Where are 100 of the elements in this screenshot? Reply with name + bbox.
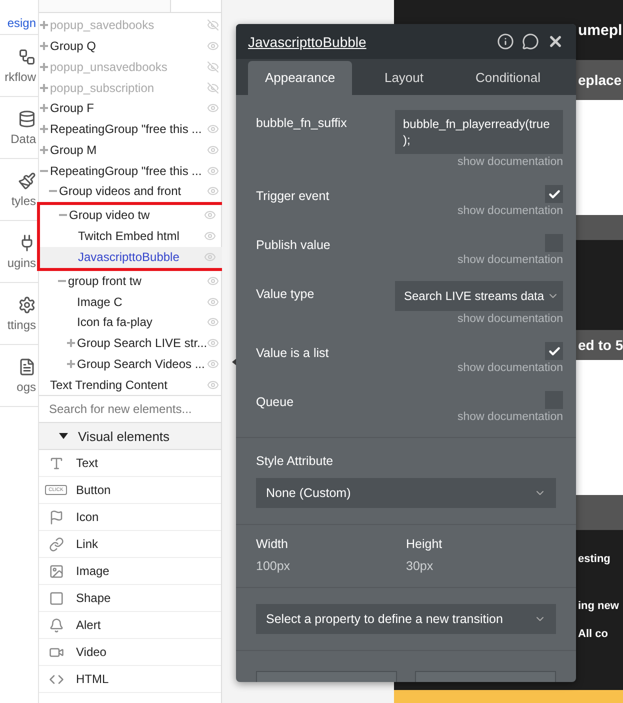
plus-icon[interactable] [40,84,48,92]
layer-label: Group Q [50,39,98,54]
page-text: esting [578,553,612,565]
eye-icon[interactable] [207,316,220,328]
layer-row[interactable]: Text Trending Content [39,374,226,396]
layer-label: JavascripttoBubble [78,250,180,264]
page-text: eplace [578,72,623,88]
eye-icon[interactable] [207,358,220,370]
layer-label: RepeatingGroup "free this ... [50,122,203,136]
eye-slash-icon[interactable] [207,60,220,73]
plus-icon[interactable] [40,125,48,134]
layer-label: Icon fa fa-play [77,315,154,330]
caret-icon [59,433,68,439]
plus-icon[interactable] [67,360,75,368]
layer-row[interactable]: RepeatingGroup "free this ... [39,160,226,181]
eye-icon[interactable] [207,164,220,176]
nav-item[interactable]: rkflow [0,35,38,97]
eye-slash-icon[interactable] [207,82,220,94]
link-icon [48,536,64,552]
nav-item[interactable]: Data [0,97,38,159]
layer-row[interactable]: Group video tw [40,204,222,226]
field-label: Queue [256,394,294,409]
element-item[interactable]: Shape [39,585,221,612]
layer-row[interactable]: Group F [39,98,226,119]
field-value: 100px [256,559,292,573]
eye-icon[interactable] [207,337,220,350]
nav-item[interactable]: tyles [0,159,38,221]
category-header[interactable]: Visual elements [39,423,221,450]
layer-row[interactable]: Twitch Embed html [40,226,222,247]
element-item[interactable]: Alert [39,612,221,639]
nav-item[interactable]: ugins [0,221,38,283]
layer-label: Group video tw [69,208,151,222]
layer-row[interactable]: Group M [39,139,226,160]
element-item[interactable]: Image [39,558,221,585]
layer-row[interactable]: Group videos and front [39,180,226,202]
plus-icon[interactable] [40,42,48,50]
layer-label: popup_savedbooks [50,18,156,32]
layer-label: Twitch Embed html [78,229,180,244]
tab[interactable]: Appearance [248,60,352,95]
eye-icon[interactable] [207,185,220,198]
eye-icon[interactable] [207,378,220,391]
layer-row[interactable]: JavascripttoBubble [40,246,222,268]
field-label: Publish value [256,237,330,252]
partial-button[interactable] [415,671,556,682]
info-icon[interactable] [497,33,514,50]
page-text: umepl [578,22,623,38]
plus-icon[interactable] [40,104,48,112]
layer-label: Group Search LIVE str... [77,336,208,350]
element-item[interactable]: Icon [39,504,221,531]
field-label: Width [256,537,289,551]
flag-icon [48,510,64,524]
layer-label: Text Trending Content [50,378,168,392]
eye-icon[interactable] [207,144,220,156]
plus-icon[interactable] [40,146,48,154]
element-item[interactable]: HTML [39,666,221,693]
plus-icon[interactable] [40,21,48,30]
search-field[interactable]: Search for new elements... [39,395,221,423]
layer-row[interactable]: RepeatingGroup "free this ... [39,118,226,140]
eye-icon[interactable] [204,209,216,222]
eye-icon[interactable] [204,251,216,264]
field-label: Value type [256,286,314,301]
tab[interactable]: Layout [352,60,456,95]
eye-icon[interactable] [204,230,216,242]
dropdown[interactable]: Select a property to define a new transition [256,604,556,634]
partial-button[interactable] [256,671,397,682]
layer-row[interactable]: Group Search Videos ... [39,354,226,374]
layer-label: group front tw [68,274,142,288]
plus-icon[interactable] [40,62,48,71]
layer-row[interactable]: Group Q [39,36,226,56]
layer-row[interactable]: Icon fa fa-play [39,312,226,333]
checkbox[interactable] [545,342,563,360]
dropdown[interactable]: None (Custom) [256,478,556,508]
element-item[interactable]: Link [39,531,221,558]
layer-label: Group M [50,142,98,157]
layer-row[interactable]: group front tw [39,270,226,292]
input-field[interactable]: bubble_fn_playerready(true ); [395,110,563,154]
bell-icon [48,618,64,632]
layer-label: popup_subscription [50,80,156,95]
checkbox[interactable] [545,185,563,203]
nav-item[interactable]: ogs [0,345,38,407]
plus-icon[interactable] [67,339,75,348]
field-label: Value is a list [256,345,329,360]
nav-item[interactable]: esign [0,0,38,35]
eye-slash-icon[interactable] [207,19,220,32]
tab[interactable]: Conditional [456,60,560,95]
eye-icon[interactable] [207,296,220,308]
element-item[interactable]: Video [39,639,221,666]
field-label: bubble_fn_suffix [256,114,347,130]
eye-icon[interactable] [207,40,220,52]
layer-row[interactable]: Group Search LIVE str... [39,332,226,354]
eye-icon[interactable] [207,123,220,136]
eye-icon[interactable] [207,274,220,287]
dropdown[interactable]: Search LIVE streams data [395,281,563,311]
eye-icon[interactable] [207,102,220,114]
field-label: Height [406,537,444,551]
comment-icon[interactable] [522,33,539,50]
nav-item[interactable]: ttings [0,283,38,345]
header-tab[interactable] [39,0,171,12]
element-item[interactable]: Text [39,450,221,477]
layer-row[interactable]: Image C [39,291,226,312]
